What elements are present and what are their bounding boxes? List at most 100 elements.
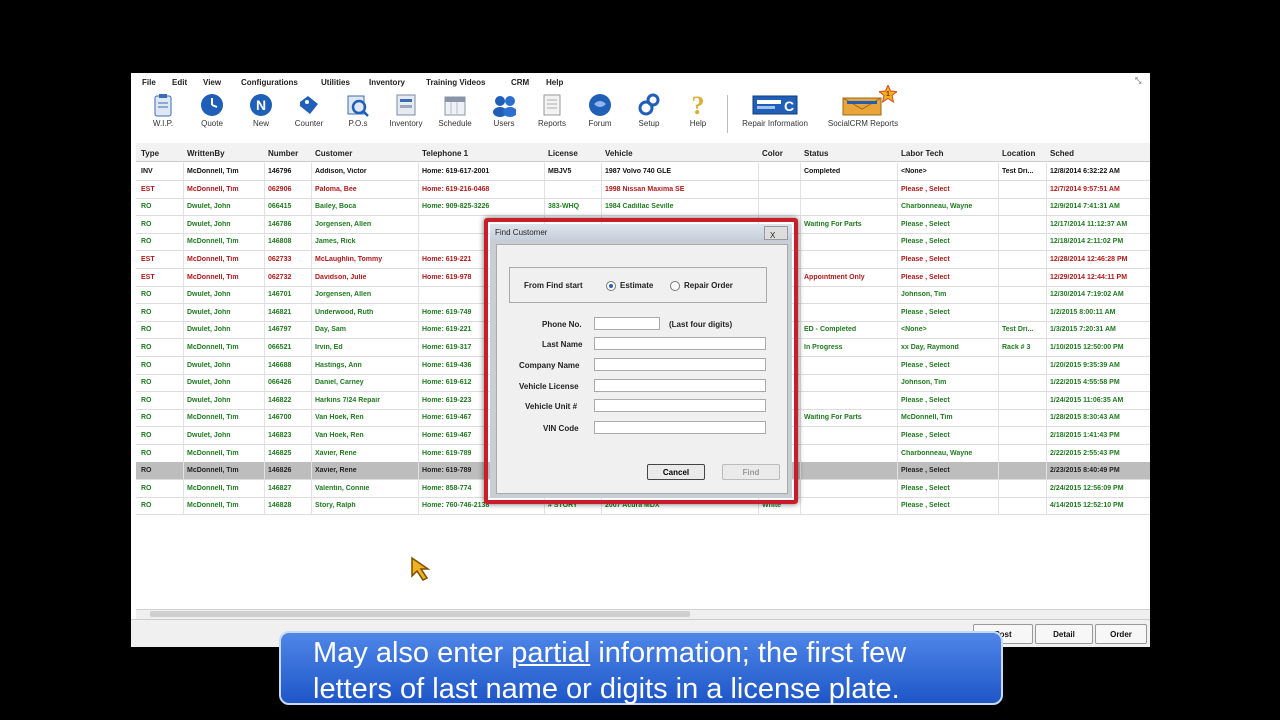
wip-button[interactable]: W.I.P. [138, 93, 188, 128]
menu-inventory[interactable]: Inventory [369, 78, 405, 87]
col-customer[interactable]: Customer [315, 149, 352, 158]
cell-divider [183, 198, 184, 216]
cell-divider [418, 427, 419, 444]
col-status[interactable]: Status [804, 149, 828, 158]
vehicle-license-input[interactable] [594, 379, 766, 392]
magnifier-icon [346, 93, 370, 117]
socialcrm-reports-button[interactable]: 1 SocialCRM Reports [820, 85, 906, 128]
cell-divider [183, 268, 184, 286]
cell-telephone: Home: 619-216-0468 [422, 185, 490, 193]
table-row[interactable]: RO Dwulet, John 066415 Bailey, Boca Home: 90… [136, 198, 1150, 217]
cancel-button[interactable]: Cancel [647, 464, 705, 480]
cell-divider [601, 163, 602, 180]
cell-divider [183, 339, 184, 356]
find-start-group: From Find start Estimate Repair Order [509, 267, 767, 303]
cell-type: RO [141, 414, 152, 422]
col-writtenby[interactable]: WrittenBy [187, 149, 225, 158]
vin-code-input[interactable] [594, 421, 766, 434]
col-number[interactable]: Number [268, 149, 298, 158]
detail-button[interactable]: Detail [1035, 624, 1093, 644]
cell-divider [800, 286, 801, 304]
menu-edit[interactable]: Edit [172, 78, 187, 87]
col-sched[interactable]: Sched [1050, 149, 1074, 158]
cell-writtenby: Dwulet, John [187, 361, 231, 369]
forum-button[interactable]: Forum [575, 93, 625, 128]
new-button[interactable]: N New [236, 93, 286, 128]
horizontal-scrollbar[interactable] [136, 609, 1150, 619]
menu-training-videos[interactable]: Training Videos [426, 78, 485, 87]
cell-divider [1046, 356, 1047, 374]
vehicle-unit-label: Vehicle Unit # [525, 402, 578, 411]
col-license[interactable]: License [548, 149, 578, 158]
cell-divider [183, 497, 184, 515]
cell-divider [311, 215, 312, 233]
cell-customer: Harkins 7/24 Repair [315, 396, 380, 404]
phone-input[interactable] [594, 317, 660, 330]
pos-button[interactable]: P.O.s [333, 93, 383, 128]
menu-help[interactable]: Help [546, 78, 563, 87]
menu-configurations[interactable]: Configurations [241, 78, 298, 87]
cell-divider [418, 303, 419, 321]
order-button[interactable]: Order [1095, 624, 1147, 644]
cell-number: 146826 [268, 467, 292, 475]
cell-vehicle: 1984 Cadillac Seville [605, 203, 674, 211]
last-name-input[interactable] [594, 337, 766, 350]
inventory-button[interactable]: Inventory [381, 93, 431, 128]
table-row[interactable]: EST McDonnell, Tim 062906 Paloma, Bee Home: … [136, 180, 1150, 199]
menu-utilities[interactable]: Utilities [321, 78, 350, 87]
cell-divider [800, 374, 801, 392]
repair-information-button[interactable]: C Repair Information [734, 93, 816, 128]
col-location[interactable]: Location [1002, 149, 1035, 158]
cell-divider [897, 303, 898, 321]
menu-file[interactable]: File [142, 78, 156, 87]
vehicle-unit-input[interactable] [594, 399, 766, 412]
menu-view[interactable]: View [203, 78, 221, 87]
cell-divider [897, 497, 898, 515]
cell-customer: Paloma, Bee [315, 185, 357, 193]
find-button[interactable]: Find [722, 464, 780, 480]
company-name-input[interactable] [594, 358, 766, 371]
close-button[interactable]: X [764, 226, 788, 240]
cell-labor-tech: Please , Select [901, 467, 950, 475]
cell-divider [1046, 409, 1047, 427]
col-type[interactable]: Type [141, 149, 159, 158]
estimate-radio[interactable] [606, 281, 616, 291]
cell-writtenby: McDonnell, Tim [187, 273, 239, 281]
col-vehicle[interactable]: Vehicle [605, 149, 633, 158]
help-button[interactable]: ? Help [673, 92, 723, 128]
cell-type: RO [141, 344, 152, 351]
cell-divider [183, 409, 184, 427]
col-telephone[interactable]: Telephone 1 [422, 149, 468, 158]
cell-divider [311, 233, 312, 251]
setup-button[interactable]: Setup [624, 93, 674, 128]
reports-button[interactable]: Reports [527, 93, 577, 128]
cell-divider [183, 180, 184, 198]
cell-divider [1046, 303, 1047, 321]
scrollbar-thumb[interactable] [150, 611, 690, 617]
cell-divider [998, 251, 999, 268]
cell-divider [264, 251, 265, 268]
cell-divider [897, 321, 898, 339]
cell-divider [1046, 391, 1047, 409]
cell-divider [1046, 251, 1047, 268]
users-button[interactable]: Users [479, 93, 529, 128]
cell-divider [897, 215, 898, 233]
cell-sched: 1/2/2015 8:00:11 AM [1050, 308, 1116, 316]
cell-labor-tech: Charbonneau, Wayne [901, 449, 973, 457]
cell-divider [418, 391, 419, 409]
quote-button[interactable]: Quote [187, 93, 237, 128]
cell-writtenby: Dwulet, John [187, 203, 231, 211]
cell-divider [183, 321, 184, 339]
menu-crm[interactable]: CRM [511, 78, 529, 87]
cell-divider [897, 356, 898, 374]
cell-customer: Xavier, Rene [315, 467, 357, 475]
schedule-button[interactable]: Schedule [430, 93, 480, 128]
col-color[interactable]: Color [762, 149, 783, 158]
users-icon [492, 93, 516, 117]
table-row[interactable]: INV McDonnell, Tim 146796 Addison, Victor Ho… [136, 163, 1150, 181]
repair-order-radio[interactable] [670, 281, 680, 291]
cell-divider [800, 180, 801, 198]
cell-divider [264, 374, 265, 392]
counter-button[interactable]: Counter [284, 93, 334, 128]
col-labor-tech[interactable]: Labor Tech [901, 149, 944, 158]
